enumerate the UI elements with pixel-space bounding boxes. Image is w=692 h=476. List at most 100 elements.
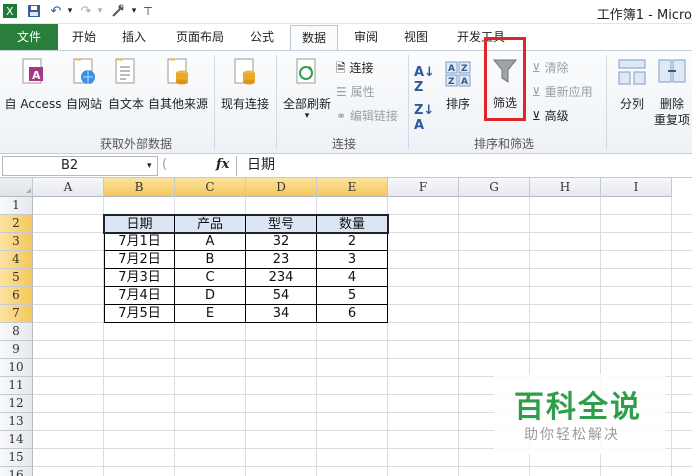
- sort-descending-button[interactable]: Z↓ A: [414, 103, 434, 133]
- row-header-8[interactable]: 8: [0, 323, 33, 341]
- tab-home[interactable]: 开始: [62, 25, 106, 50]
- formula-bar-handle-icon: (: [162, 157, 168, 172]
- table-cell[interactable]: 7月4日: [104, 287, 175, 305]
- table-cell[interactable]: A: [175, 233, 246, 251]
- tab-view[interactable]: 视图: [396, 25, 436, 50]
- table-cell[interactable]: 2: [317, 233, 388, 251]
- remove-duplicates-button[interactable]: 删除 重复项: [652, 55, 692, 133]
- table-cell[interactable]: 234: [246, 269, 317, 287]
- table-cell[interactable]: 54: [246, 287, 317, 305]
- text-to-columns-label: 分列: [619, 97, 644, 111]
- ribbon-separator: [408, 55, 409, 149]
- sort-button[interactable]: AZZA 排序: [440, 55, 476, 133]
- select-all-corner[interactable]: [0, 178, 33, 197]
- table-cell[interactable]: B: [175, 251, 246, 269]
- from-web-button[interactable]: 自网站: [64, 55, 104, 133]
- existing-connections-icon: [232, 57, 258, 85]
- customize-tool-icon[interactable]: [110, 3, 126, 19]
- formula-input[interactable]: 日期: [236, 156, 692, 176]
- sort-ascending-button[interactable]: A↓ Z: [414, 65, 435, 95]
- qat-more-icon[interactable]: ⊤: [140, 3, 156, 19]
- text-to-columns-button[interactable]: 分列: [612, 55, 652, 133]
- name-box-dropdown-icon[interactable]: ▾: [147, 157, 152, 175]
- connections-button[interactable]: 🗎 连接: [336, 59, 374, 80]
- properties-button[interactable]: ☰ 属性: [336, 83, 375, 100]
- group-label-connections: 连接: [332, 137, 357, 151]
- text-file-icon: [113, 57, 139, 84]
- filter-button[interactable]: 筛选: [484, 37, 526, 121]
- table-cell[interactable]: 6: [317, 305, 388, 323]
- row-header-7[interactable]: 7: [0, 305, 33, 323]
- column-header-i[interactable]: I: [601, 178, 672, 197]
- svg-text:A: A: [461, 77, 468, 87]
- svg-text:A: A: [32, 69, 41, 82]
- row-header-4[interactable]: 4: [0, 251, 33, 269]
- column-header-h[interactable]: H: [530, 178, 601, 197]
- tab-insert[interactable]: 插入: [112, 25, 156, 50]
- tab-formulas[interactable]: 公式: [242, 25, 282, 50]
- column-header-g[interactable]: G: [459, 178, 530, 197]
- row-header-5[interactable]: 5: [0, 269, 33, 287]
- remove-duplicates-label-2: 重复项: [653, 113, 690, 127]
- table-cell[interactable]: 7月5日: [104, 305, 175, 323]
- table-cell[interactable]: 7月2日: [104, 251, 175, 269]
- save-icon[interactable]: [26, 3, 42, 19]
- table-cell[interactable]: C: [175, 269, 246, 287]
- column-header-f[interactable]: F: [388, 178, 459, 197]
- column-header-e[interactable]: E: [317, 178, 388, 197]
- column-header-c[interactable]: C: [175, 178, 246, 197]
- filter-label: 筛选: [492, 96, 517, 110]
- table-cell[interactable]: 3: [317, 251, 388, 269]
- row-header-9[interactable]: 9: [0, 341, 33, 359]
- from-text-button[interactable]: 自文本: [106, 55, 146, 133]
- row-header-1[interactable]: 1: [0, 197, 33, 215]
- row-header-2[interactable]: 2: [0, 215, 33, 233]
- table-cell[interactable]: 5: [317, 287, 388, 305]
- access-icon: A: [20, 57, 46, 84]
- group-label-external-data: 获取外部数据: [100, 137, 173, 151]
- row-header-10[interactable]: 10: [0, 359, 33, 377]
- redo-dropdown-icon[interactable]: ▾: [92, 3, 108, 19]
- table-cell[interactable]: 32: [246, 233, 317, 251]
- undo-dropdown-icon[interactable]: ▾: [62, 3, 78, 19]
- connections-label: 连接: [349, 61, 374, 75]
- table-cell[interactable]: 7月3日: [104, 269, 175, 287]
- name-box[interactable]: B2 ▾: [2, 156, 158, 176]
- existing-connections-button[interactable]: 现有连接: [218, 55, 272, 133]
- clear-filter-button[interactable]: ⊻ 清除: [532, 59, 569, 76]
- from-other-sources-button[interactable]: 自其他来源: [148, 55, 208, 133]
- tab-review[interactable]: 审阅: [346, 25, 386, 50]
- column-header-d[interactable]: D: [246, 178, 317, 197]
- refresh-dropdown-icon[interactable]: ▾: [280, 111, 334, 121]
- column-header-b[interactable]: B: [104, 178, 175, 197]
- row-header-13[interactable]: 13: [0, 413, 33, 431]
- row-header-14[interactable]: 14: [0, 431, 33, 449]
- table-cell[interactable]: 4: [317, 269, 388, 287]
- table-cell[interactable]: 34: [246, 305, 317, 323]
- row-header-16[interactable]: 16: [0, 467, 33, 476]
- edit-links-button[interactable]: ⚭ 编辑链接: [336, 107, 398, 124]
- tab-file[interactable]: 文件: [0, 24, 58, 50]
- from-access-button[interactable]: A 自 Access: [4, 55, 62, 133]
- table-cell[interactable]: 7月1日: [104, 233, 175, 251]
- gridline-vertical: [671, 197, 672, 476]
- row-header-6[interactable]: 6: [0, 287, 33, 305]
- table-header-cell[interactable]: 产品: [175, 215, 246, 233]
- advanced-filter-button[interactable]: ⊻ 高级: [532, 107, 569, 124]
- table-header-cell[interactable]: 型号: [246, 215, 317, 233]
- table-cell[interactable]: D: [175, 287, 246, 305]
- tab-page-layout[interactable]: 页面布局: [166, 25, 234, 50]
- insert-function-icon[interactable]: fx: [216, 157, 229, 172]
- table-cell[interactable]: 23: [246, 251, 317, 269]
- row-header-12[interactable]: 12: [0, 395, 33, 413]
- table-header-cell[interactable]: 数量: [317, 215, 388, 233]
- refresh-all-button[interactable]: 全部刷新 ▾: [280, 55, 334, 133]
- tab-data[interactable]: 数据: [290, 25, 338, 50]
- row-header-15[interactable]: 15: [0, 449, 33, 467]
- row-header-3[interactable]: 3: [0, 233, 33, 251]
- table-header-cell[interactable]: 日期: [104, 215, 175, 233]
- reapply-button[interactable]: ⊻ 重新应用: [532, 83, 593, 100]
- column-header-a[interactable]: A: [33, 178, 104, 197]
- table-cell[interactable]: E: [175, 305, 246, 323]
- row-header-11[interactable]: 11: [0, 377, 33, 395]
